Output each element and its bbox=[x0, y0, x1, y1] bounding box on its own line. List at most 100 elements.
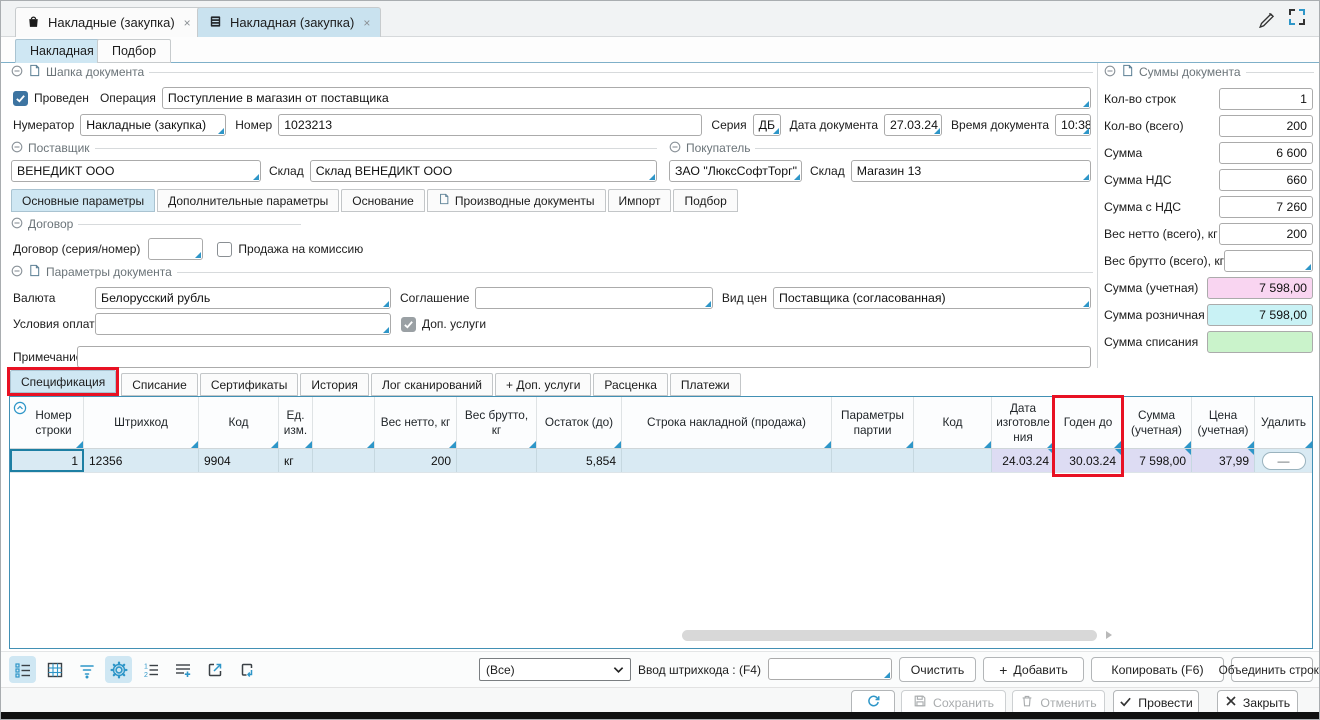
column-header-delete[interactable]: Удалить bbox=[1255, 397, 1312, 448]
collapse-icon[interactable] bbox=[11, 217, 23, 232]
cell-accounting-price[interactable]: 37,99 bbox=[1192, 449, 1255, 472]
column-header-net-weight[interactable]: Вес нетто, кг bbox=[375, 397, 457, 448]
numerator-field[interactable]: Накладные (закупка) bbox=[80, 114, 226, 136]
cell-net-weight[interactable]: 200 bbox=[375, 449, 457, 472]
sum-amount-vat-field[interactable]: 7 260 bbox=[1219, 196, 1313, 218]
tab-certificates[interactable]: Сертификаты bbox=[200, 373, 299, 396]
tab-basis[interactable]: Основание bbox=[341, 189, 425, 212]
cell-barcode[interactable]: 12356 bbox=[84, 449, 199, 472]
column-header-line-number[interactable]: Номер строки bbox=[10, 397, 84, 448]
edit-pencil-icon[interactable] bbox=[1257, 8, 1277, 31]
cell-code[interactable]: 9904 bbox=[199, 449, 279, 472]
price-type-field[interactable]: Поставщика (согласованная) bbox=[773, 287, 1091, 309]
close-tab-icon[interactable]: × bbox=[184, 16, 191, 30]
tab-writeoff[interactable]: Списание bbox=[121, 373, 198, 396]
grid-view-icon[interactable] bbox=[41, 656, 68, 683]
add-row-button[interactable]: + Добавить bbox=[983, 657, 1084, 682]
tab-invoice-document[interactable]: Накладная (закупка) × bbox=[197, 7, 381, 37]
delete-row-button[interactable]: — bbox=[1262, 452, 1306, 470]
sum-lines-field[interactable]: 1 bbox=[1219, 88, 1313, 110]
agreement-field[interactable] bbox=[475, 287, 712, 309]
scroll-right-arrow-icon[interactable] bbox=[1106, 631, 1112, 639]
sum-vat-field[interactable]: 660 bbox=[1219, 169, 1313, 191]
cell-blank[interactable] bbox=[313, 449, 375, 472]
column-header-blank[interactable] bbox=[313, 397, 375, 448]
contract-number-field[interactable] bbox=[148, 238, 203, 260]
column-header-code2[interactable]: Код bbox=[914, 397, 992, 448]
column-header-barcode[interactable]: Штрихкод bbox=[84, 397, 199, 448]
buyer-warehouse-field[interactable]: Магазин 13 bbox=[851, 160, 1091, 182]
filter-icon[interactable] bbox=[73, 656, 100, 683]
subtab-selection[interactable]: Подбор bbox=[97, 39, 171, 63]
gear-icon[interactable] bbox=[105, 656, 132, 683]
column-header-balance[interactable]: Остаток (до) bbox=[537, 397, 622, 448]
commission-checkbox[interactable] bbox=[217, 242, 232, 257]
cell-batch-params[interactable] bbox=[832, 449, 914, 472]
tab-import[interactable]: Импорт bbox=[608, 189, 672, 212]
tab-history[interactable]: История bbox=[300, 373, 369, 396]
sort-indicator-icon[interactable] bbox=[13, 401, 27, 418]
column-header-unit[interactable]: Ед. изм. bbox=[279, 397, 313, 448]
payment-terms-field[interactable] bbox=[95, 313, 391, 335]
column-header-accounting-sum[interactable]: Сумма (учетная) bbox=[1122, 397, 1192, 448]
close-tab-icon[interactable]: × bbox=[363, 16, 370, 30]
subtab-invoice[interactable]: Накладная bbox=[15, 39, 109, 63]
cell-expiry-date[interactable]: 30.03.24 bbox=[1055, 449, 1122, 472]
tab-main-params[interactable]: Основные параметры bbox=[11, 189, 155, 212]
sum-amount-field[interactable]: 6 600 bbox=[1219, 142, 1313, 164]
note-field[interactable] bbox=[77, 346, 1091, 368]
tab-additional-params[interactable]: Дополнительные параметры bbox=[157, 189, 339, 212]
doc-time-field[interactable]: 10:38 bbox=[1055, 114, 1091, 136]
supplier-warehouse-field[interactable]: Склад ВЕНЕДИКТ ООО bbox=[310, 160, 657, 182]
sum-writeoff-field[interactable] bbox=[1207, 331, 1313, 353]
collapse-icon[interactable] bbox=[11, 65, 23, 80]
cell-unit[interactable]: кг bbox=[279, 449, 313, 472]
copy-row-button[interactable]: Копировать (F6) bbox=[1091, 657, 1224, 682]
expand-icon[interactable] bbox=[1289, 9, 1305, 25]
number-field[interactable]: 1023213 bbox=[278, 114, 702, 136]
cell-gross-weight[interactable] bbox=[457, 449, 537, 472]
merge-rows-button[interactable]: Объединить строки bbox=[1231, 657, 1313, 682]
sum-gross-weight-field[interactable] bbox=[1224, 250, 1313, 272]
sum-retail-field[interactable]: 7 598,00 bbox=[1207, 304, 1313, 326]
tab-extra-services[interactable]: + Доп. услуги bbox=[495, 373, 591, 396]
cell-production-date[interactable]: 24.03.24 bbox=[992, 449, 1055, 472]
tab-pricing[interactable]: Расценка bbox=[593, 373, 668, 396]
sum-accounting-field[interactable]: 7 598,00 bbox=[1207, 277, 1313, 299]
tab-specification[interactable]: Спецификация bbox=[10, 370, 116, 393]
column-header-batch-params[interactable]: Параметры партии bbox=[832, 397, 914, 448]
collapse-icon[interactable] bbox=[1104, 65, 1116, 80]
currency-field[interactable]: Белорусский рубль bbox=[95, 287, 391, 309]
doc-date-field[interactable]: 27.03.24 bbox=[884, 114, 942, 136]
numbered-list-icon[interactable]: 12 bbox=[137, 656, 164, 683]
posted-checkbox[interactable] bbox=[13, 91, 28, 106]
cell-accounting-sum[interactable]: 7 598,00 bbox=[1122, 449, 1192, 472]
tab-invoices-list[interactable]: Накладные (закупка) × bbox=[15, 7, 202, 37]
tab-selection[interactable]: Подбор bbox=[673, 189, 737, 212]
barcode-entry-field[interactable] bbox=[768, 658, 892, 680]
export-icon[interactable] bbox=[201, 656, 228, 683]
supplier-name-field[interactable]: ВЕНЕДИКТ ООО bbox=[11, 160, 261, 182]
column-header-code[interactable]: Код bbox=[199, 397, 279, 448]
tab-payments[interactable]: Платежи bbox=[670, 373, 741, 396]
extra-services-checkbox[interactable] bbox=[401, 317, 416, 332]
cell-code2[interactable] bbox=[914, 449, 992, 472]
refresh-loop-icon[interactable] bbox=[233, 656, 260, 683]
horizontal-scrollbar[interactable] bbox=[682, 630, 1097, 641]
column-header-production-date[interactable]: Дата изготовления bbox=[992, 397, 1055, 448]
operation-field[interactable]: Поступление в магазин от поставщика bbox=[162, 87, 1091, 109]
cell-sale-line[interactable] bbox=[622, 449, 832, 472]
column-header-expiry-date[interactable]: Годен до bbox=[1055, 397, 1122, 448]
collapse-icon[interactable] bbox=[11, 141, 23, 156]
collapse-icon[interactable] bbox=[11, 265, 23, 280]
tab-scan-log[interactable]: Лог сканирований bbox=[371, 373, 493, 396]
collapse-icon[interactable] bbox=[669, 141, 681, 156]
tab-derived-documents[interactable]: Производные документы bbox=[427, 189, 606, 212]
column-header-sale-line[interactable]: Строка накладной (продажа) bbox=[622, 397, 832, 448]
buyer-name-field[interactable]: ЗАО "ЛюксСофтТорг" bbox=[669, 160, 802, 182]
cell-balance[interactable]: 5,854 bbox=[537, 449, 622, 472]
column-header-accounting-price[interactable]: Цена (учетная) bbox=[1192, 397, 1255, 448]
cell-line-number[interactable]: 1 bbox=[10, 449, 84, 472]
column-header-gross-weight[interactable]: Вес брутто, кг bbox=[457, 397, 537, 448]
row-filter-select[interactable]: (Все) bbox=[479, 658, 631, 681]
